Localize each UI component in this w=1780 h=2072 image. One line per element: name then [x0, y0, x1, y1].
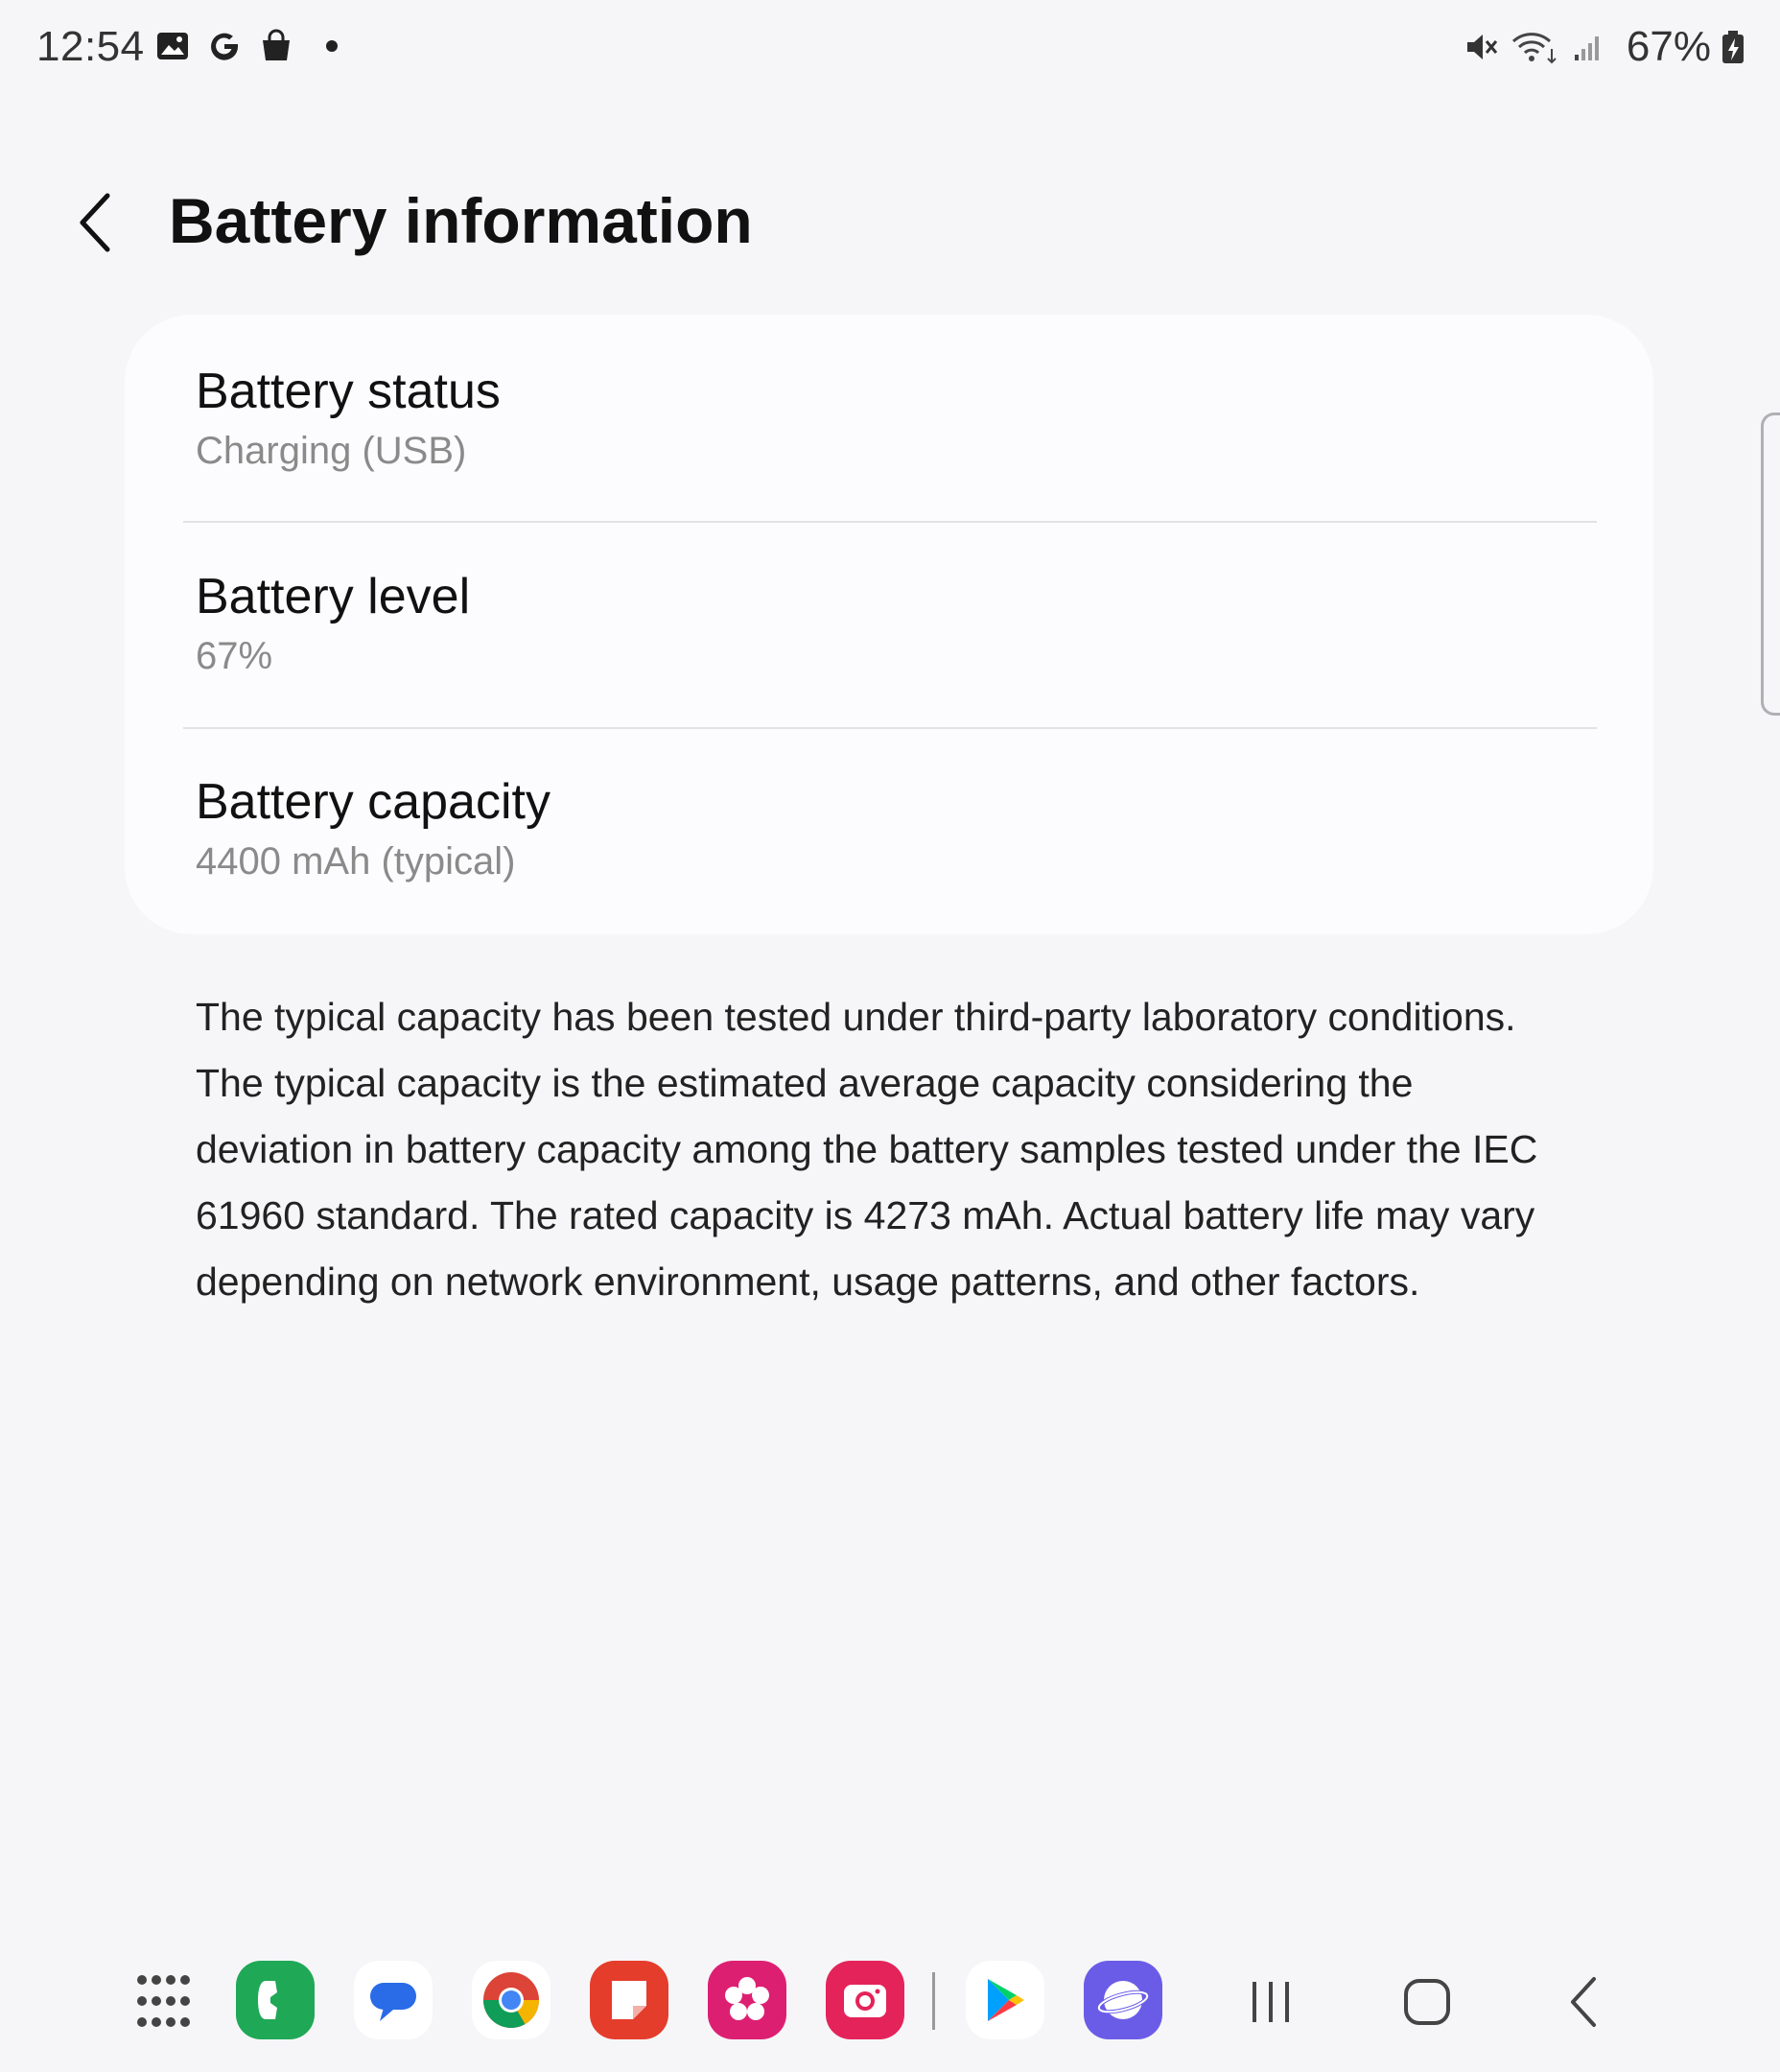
back-icon: [1571, 1977, 1596, 2027]
gallery-app-icon[interactable]: [708, 1961, 786, 2039]
battery-level-row[interactable]: Battery level 67%: [125, 522, 1653, 727]
home-icon: [1404, 1979, 1450, 2025]
signal-icon: [1574, 36, 1599, 60]
wifi-icon: [1511, 33, 1557, 64]
chrome-app-icon[interactable]: [472, 1961, 550, 2039]
battery-level-title: Battery level: [196, 569, 471, 624]
battery-percent: 67%: [1626, 23, 1711, 70]
play-store-app-icon[interactable]: [966, 1961, 1044, 2039]
capacity-description: The typical capacity has been tested und…: [196, 995, 1538, 1304]
nav-back-button[interactable]: [1551, 1968, 1618, 2036]
battery-charging-icon: [1722, 31, 1744, 63]
home-button[interactable]: [1394, 1968, 1461, 2036]
battery-status-row[interactable]: Battery status Charging (USB): [125, 315, 1653, 520]
shopping-bag-icon: [263, 29, 290, 60]
gallery-icon: [157, 33, 188, 59]
battery-info-card: Battery status Charging (USB) Battery le…: [125, 315, 1653, 934]
taskbar-separator: [932, 1972, 935, 2030]
notification-dot: [326, 40, 338, 52]
status-time: 12:54: [36, 23, 145, 70]
back-button[interactable]: [65, 184, 123, 261]
recents-button[interactable]: [1237, 1968, 1304, 2036]
internet-app-icon[interactable]: [1084, 1961, 1162, 2039]
battery-status-title: Battery status: [196, 364, 501, 419]
status-system-icons: 67%: [1462, 23, 1745, 71]
battery-status-value: Charging (USB): [196, 430, 467, 472]
battery-capacity-value: 4400 mAh (typical): [196, 840, 516, 883]
battery-capacity-title: Battery capacity: [196, 774, 550, 830]
page-title: Battery information: [169, 185, 753, 256]
phone-app-icon[interactable]: [236, 1961, 315, 2039]
google-icon: [211, 33, 239, 60]
app-bar: Battery information: [0, 163, 1780, 278]
status-notification-icons: [153, 27, 338, 65]
battery-capacity-row[interactable]: Battery capacity 4400 mAh (typical): [125, 729, 1653, 934]
recents-icon: [1253, 1982, 1289, 2022]
taskbar: [0, 1957, 1780, 2043]
status-bar: 12:54 67%: [0, 0, 1780, 96]
battery-level-value: 67%: [196, 635, 273, 677]
mute-icon: [1466, 35, 1498, 59]
chevron-left-icon: [80, 193, 110, 252]
apps-grid-icon[interactable]: [134, 1972, 192, 2030]
notes-app-icon[interactable]: [590, 1961, 668, 2039]
messages-app-icon[interactable]: [354, 1961, 433, 2039]
battery-information-screen: 12:54 67% Battery information Battery st…: [0, 0, 1780, 2072]
edge-panel-handle[interactable]: [1761, 412, 1780, 716]
camera-app-icon[interactable]: [826, 1961, 904, 2039]
